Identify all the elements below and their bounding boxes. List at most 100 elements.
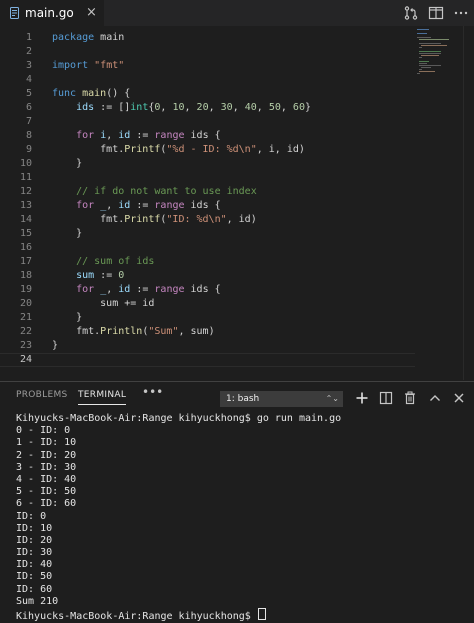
- close-panel-icon[interactable]: [452, 391, 466, 405]
- new-terminal-icon[interactable]: [355, 391, 369, 405]
- line-number: 4: [25, 74, 32, 85]
- code-editor[interactable]: 1 package main 2 3 import "fmt" 4 5 func main()…: [0, 26, 474, 380]
- editor-scrollbar[interactable]: [463, 26, 474, 380]
- code-text: }: [52, 311, 82, 325]
- open-changes-icon[interactable]: [403, 5, 419, 21]
- code-token: sum += id: [52, 298, 155, 309]
- code-token: // if do not want to use index: [76, 186, 257, 197]
- code-line[interactable]: 2: [0, 45, 415, 59]
- code-line[interactable]: 5 func main() {: [0, 87, 415, 101]
- code-line[interactable]: 13 for _, id := range ids {: [0, 199, 415, 213]
- code-token: main: [82, 88, 107, 99]
- code-token: fmt.: [52, 144, 125, 155]
- code-text: ids := []int{0, 10, 20, 30, 40, 50, 60}: [52, 101, 311, 115]
- code-line[interactable]: 14 fmt.Printf("ID: %d\n", id): [0, 213, 415, 227]
- code-token: ,: [232, 102, 245, 113]
- code-line[interactable]: 10 }: [0, 157, 415, 171]
- kill-terminal-icon[interactable]: [403, 391, 417, 405]
- code-text: sum := 0: [52, 269, 124, 283]
- terminal-line: Sum 210: [16, 596, 466, 608]
- line-number: 12: [19, 186, 32, 197]
- code-line[interactable]: 8 for i, id := range ids {: [0, 129, 415, 143]
- code-token: , sum): [178, 326, 215, 337]
- code-token: :=: [130, 284, 155, 295]
- tab-problems[interactable]: PROBLEMS: [16, 390, 68, 400]
- split-terminal-icon[interactable]: [379, 391, 393, 405]
- line-number: 15: [19, 228, 32, 239]
- code-text: fmt.Printf("ID: %d\n", id): [52, 213, 257, 227]
- code-token: 50: [268, 102, 281, 113]
- terminal-shell-select[interactable]: 1: bash ⌃⌄: [220, 391, 343, 407]
- terminal-line-text: 6 - ID: 60: [16, 498, 77, 510]
- code-token: :=: [130, 130, 155, 141]
- code-line[interactable]: 15 }: [0, 227, 415, 241]
- code-line[interactable]: 20 sum += id: [0, 297, 415, 311]
- code-token: ,: [280, 102, 293, 113]
- code-token: ids {: [184, 130, 221, 141]
- code-token: 0: [118, 270, 125, 281]
- line-number: 2: [25, 46, 32, 57]
- code-token: Printf: [124, 144, 161, 155]
- editor-tab-bar: main.go ×: [0, 0, 474, 26]
- terminal-line-text: ID: 40: [16, 559, 53, 571]
- code-token: 40: [244, 102, 257, 113]
- terminal-line: ID: 0: [16, 511, 466, 523]
- terminal-line: ID: 20: [16, 535, 466, 547]
- code-line[interactable]: 16: [0, 241, 415, 255]
- split-editor-icon[interactable]: [428, 5, 444, 21]
- tab-terminal[interactable]: TERMINAL: [78, 390, 127, 405]
- terminal-line: ID: 60: [16, 584, 466, 596]
- code-line[interactable]: 22 fmt.Println("Sum", sum): [0, 325, 415, 339]
- terminal-line-text: Kihyucks-MacBook-Air:Range kihyuckhong$: [16, 611, 257, 622]
- code-token: :=: [94, 270, 119, 281]
- code-line[interactable]: 21 }: [0, 311, 415, 325]
- code-line[interactable]: 3 import "fmt": [0, 59, 415, 73]
- code-line[interactable]: 4: [0, 73, 415, 87]
- code-token: id: [118, 200, 131, 211]
- code-line[interactable]: 9 fmt.Printf("%d - ID: %d\n", i, id): [0, 143, 415, 157]
- panel-more-icon[interactable]: •••: [142, 385, 163, 399]
- code-line[interactable]: 12 // if do not want to use index: [0, 185, 415, 199]
- line-number: 24: [19, 354, 32, 365]
- line-number: 3: [25, 60, 32, 71]
- line-number: 22: [19, 326, 32, 337]
- code-line[interactable]: 11: [0, 171, 415, 185]
- code-token: main: [94, 32, 125, 43]
- code-line[interactable]: 6 ids := []int{0, 10, 20, 30, 40, 50, 60…: [0, 101, 415, 115]
- line-number: 8: [25, 130, 32, 141]
- terminal-line: 1 - ID: 10: [16, 437, 466, 449]
- line-number: 21: [19, 312, 32, 323]
- terminal-line: 6 - ID: 60: [16, 498, 466, 510]
- line-number: 1: [25, 32, 32, 43]
- code-token: "%d - ID: %d\n": [166, 144, 257, 155]
- code-token: "fmt": [94, 60, 125, 71]
- code-line[interactable]: 7: [0, 115, 415, 129]
- code-line[interactable]: 23}: [0, 339, 415, 353]
- bottom-panel: PROBLEMS TERMINAL ••• 1: bash ⌃⌄ Kihyuck…: [0, 381, 474, 622]
- more-actions-icon[interactable]: [453, 5, 469, 21]
- tab-close-icon[interactable]: ×: [86, 5, 97, 20]
- go-file-icon: [10, 7, 19, 19]
- maximize-panel-icon[interactable]: [428, 391, 442, 405]
- select-arrows-icon: ⌃⌄: [325, 394, 339, 403]
- code-token: := []: [94, 102, 131, 113]
- code-line[interactable]: 24: [0, 353, 415, 367]
- minimap[interactable]: [415, 26, 463, 86]
- terminal-line: ID: 40: [16, 559, 466, 571]
- code-line[interactable]: 17 // sum of ids: [0, 255, 415, 269]
- code-line[interactable]: 18 sum := 0: [0, 269, 415, 283]
- terminal-output[interactable]: Kihyucks-MacBook-Air:Range kihyuckhong$ …: [16, 413, 466, 622]
- tab-main-go[interactable]: main.go ×: [0, 0, 104, 26]
- code-token: 20: [196, 102, 209, 113]
- terminal-line: ID: 10: [16, 523, 466, 535]
- terminal-line-text: Kihyucks-MacBook-Air:Range kihyuckhong$ …: [16, 413, 342, 424]
- line-number: 19: [19, 284, 32, 295]
- line-number: 23: [19, 340, 32, 351]
- code-line[interactable]: 19 for _, id := range ids {: [0, 283, 415, 297]
- code-line[interactable]: 1 package main: [0, 31, 415, 45]
- terminal-line-text: 3 - ID: 30: [16, 461, 77, 473]
